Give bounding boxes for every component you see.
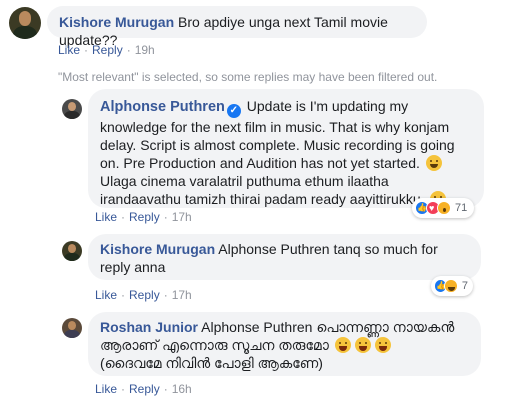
comment-author[interactable]: Kishore Murugan [59,14,174,30]
reply-timestamp[interactable]: 17h [172,288,192,302]
grin-emoji-icon [334,337,351,353]
smile-emoji-icon [425,155,442,171]
reaction-count: 71 [455,202,468,214]
reply-author[interactable]: Roshan Junior [100,319,198,335]
comment-timestamp[interactable]: 19h [135,43,155,57]
reply-link[interactable]: Reply [129,210,160,224]
reply-actions: Like · Reply · 17h [95,210,192,224]
reply-text-line2: ആരാണ് എന്നൊരു സൂചന തരുമോ [100,337,329,353]
avatar-alphonse-puthren[interactable] [62,99,82,119]
mention-link[interactable]: Alphonse Puthren [201,319,312,335]
reply-bubble: Roshan Junior Alphonse Puthren പൊന്നണ്ണാ… [88,312,481,376]
like-link[interactable]: Like [95,288,117,302]
reaction-count: 7 [461,280,468,292]
avatar-kishore-murugan[interactable] [9,7,41,39]
reply-timestamp[interactable]: 17h [172,210,192,224]
like-link[interactable]: Like [95,382,117,396]
reply-text-part2: Ulaga cinema varalatril puthuma ethum il… [100,173,425,207]
haha-reaction-icon [444,279,458,293]
avatar-kishore-murugan[interactable] [62,241,82,261]
reply-bubble: Alphonse Puthren ✓ Update is I'm updating… [88,89,484,208]
reply-text-line3: (ദൈവമേ നിവിൻ പോളി ആകണേ) [100,355,323,371]
reply-author[interactable]: Alphonse Puthren [100,99,225,115]
wow-reaction-icon [437,201,451,215]
reply-link[interactable]: Reply [92,43,123,57]
reply-bubble: Kishore Murugan Alphonse Puthren tanq so… [88,234,481,280]
reply-link[interactable]: Reply [129,288,160,302]
grin-emoji-icon [374,337,391,353]
reactions-summary[interactable]: 7 [431,276,473,296]
filter-notice: "Most relevant" is selected, so some rep… [58,70,438,84]
reply-text-line1: പൊന്നണ്ണാ നായകൻ [316,319,455,335]
avatar-roshan-junior[interactable] [62,318,82,338]
like-link[interactable]: Like [58,43,80,57]
reply-actions: Like · Reply · 17h [95,288,192,302]
like-link[interactable]: Like [95,210,117,224]
comment-bubble: Kishore Murugan Bro apdiye unga next Tam… [47,6,427,48]
reply-author[interactable]: Kishore Murugan [100,241,215,257]
verified-badge-icon: ✓ [226,104,241,118]
reply-link[interactable]: Reply [129,382,160,396]
comment-actions: Like · Reply · 19h [58,43,155,57]
reply-actions: Like · Reply · 16h [95,382,192,396]
reactions-summary[interactable]: 71 [412,198,474,218]
reply-timestamp[interactable]: 16h [172,382,192,396]
mention-link[interactable]: Alphonse Puthren [218,241,329,257]
grin-emoji-icon [354,337,371,353]
